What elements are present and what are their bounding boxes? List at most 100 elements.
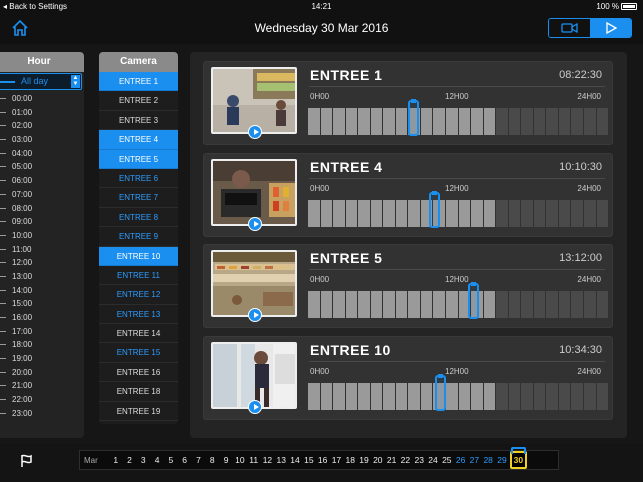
day-item[interactable]: 9: [219, 455, 233, 465]
day-item[interactable]: 27: [468, 455, 482, 465]
camera-thumbnail[interactable]: [211, 341, 297, 409]
live-camera-button[interactable]: [549, 19, 590, 37]
play-icon[interactable]: [248, 399, 262, 414]
hour-item[interactable]: 05:00: [0, 160, 84, 174]
timeline-segment: [584, 291, 596, 318]
day-item[interactable]: 14: [288, 455, 302, 465]
hour-item[interactable]: 16:00: [0, 311, 84, 325]
day-item[interactable]: 11: [247, 455, 261, 465]
hour-item[interactable]: 12:00: [0, 256, 84, 270]
camera-item[interactable]: ENTREE 10: [99, 246, 178, 266]
camera-item[interactable]: ENTREE 9: [99, 227, 178, 247]
hour-item[interactable]: 14:00: [0, 284, 84, 298]
timeline-cursor[interactable]: [468, 282, 479, 319]
camera-card[interactable]: ENTREE 1 08:22:30 0H00 12H00 24H00: [203, 61, 613, 145]
hour-item[interactable]: 22:00: [0, 393, 84, 407]
timeline-cursor[interactable]: [408, 99, 419, 136]
camera-item[interactable]: ENTREE 14: [99, 324, 178, 344]
flag-icon[interactable]: [19, 453, 35, 469]
day-item[interactable]: 15: [302, 455, 316, 465]
hour-item[interactable]: 11:00: [0, 243, 84, 257]
day-item[interactable]: 22: [399, 455, 413, 465]
day-item[interactable]: 8: [205, 455, 219, 465]
camera-item[interactable]: ENTREE 18: [99, 382, 178, 402]
timeline-bar[interactable]: [308, 282, 609, 319]
playback-button[interactable]: [590, 19, 631, 37]
timeline-bar[interactable]: [308, 99, 609, 136]
day-item[interactable]: 2: [123, 455, 137, 465]
play-icon[interactable]: [248, 308, 262, 322]
hour-item[interactable]: 01:00: [0, 106, 84, 120]
timeline-segment: [571, 199, 584, 227]
play-icon[interactable]: [248, 216, 262, 231]
timeline-bar[interactable]: [308, 190, 609, 228]
day-item[interactable]: 3: [136, 455, 150, 465]
hour-item[interactable]: 10:00: [0, 229, 84, 243]
camera-item[interactable]: ENTREE 19: [99, 402, 178, 422]
timeline-segment: [333, 199, 345, 227]
camera-card[interactable]: ENTREE 10 10:34:30 0H00 12H00 24H00: [203, 335, 613, 420]
hour-item[interactable]: 04:00: [0, 147, 84, 161]
timeline-segment: [395, 108, 408, 135]
day-item[interactable]: 17: [330, 455, 344, 465]
hour-item[interactable]: 15:00: [0, 297, 84, 311]
day-item[interactable]: 1: [109, 455, 123, 465]
day-item[interactable]: 7: [192, 455, 206, 465]
camera-item[interactable]: ENTREE 3: [99, 111, 178, 131]
hour-item[interactable]: 20:00: [0, 366, 84, 380]
hour-item[interactable]: 17:00: [0, 325, 84, 339]
hour-item[interactable]: 03:00: [0, 133, 84, 147]
hour-item[interactable]: 07:00: [0, 188, 84, 202]
hour-item[interactable]: 21:00: [0, 379, 84, 393]
day-item[interactable]: 30: [509, 447, 527, 469]
camera-item[interactable]: ENTREE 12: [99, 285, 178, 305]
hour-item[interactable]: 13:00: [0, 270, 84, 284]
day-item[interactable]: 29: [495, 455, 509, 465]
camera-item[interactable]: ENTREE 4: [99, 130, 178, 150]
hour-item[interactable]: 00:00: [0, 92, 84, 106]
camera-card[interactable]: ENTREE 4 10:10:30 0H00 12H00 24H00: [203, 152, 613, 237]
timeline-bar[interactable]: [308, 373, 609, 411]
camera-item[interactable]: ENTREE 16: [99, 363, 178, 383]
day-item[interactable]: 23: [412, 455, 426, 465]
day-item[interactable]: 25: [440, 455, 454, 465]
day-item[interactable]: 6: [178, 455, 192, 465]
day-item[interactable]: 12: [261, 455, 275, 465]
camera-card[interactable]: ENTREE 5 13:12:00 0H00 12H00 24H00: [203, 244, 613, 328]
day-item[interactable]: 20: [371, 455, 385, 465]
hour-item[interactable]: 08:00: [0, 202, 84, 216]
camera-thumbnail[interactable]: [211, 250, 297, 317]
day-item[interactable]: 5: [164, 455, 178, 465]
camera-item[interactable]: ENTREE 11: [99, 266, 178, 286]
camera-item[interactable]: ENTREE 7: [99, 188, 178, 208]
hour-item[interactable]: 18:00: [0, 338, 84, 352]
all-day-selector[interactable]: All day ▲ ▼: [0, 73, 82, 90]
camera-item[interactable]: ENTREE 13: [99, 305, 178, 325]
timeline-cursor[interactable]: [429, 190, 440, 228]
camera-thumbnail[interactable]: [211, 67, 297, 134]
day-item[interactable]: 4: [150, 455, 164, 465]
camera-item[interactable]: ENTREE 6: [99, 169, 178, 189]
hour-item[interactable]: 19:00: [0, 352, 84, 366]
day-item[interactable]: 16: [316, 455, 330, 465]
camera-item[interactable]: ENTREE 15: [99, 343, 178, 363]
day-item[interactable]: 21: [385, 455, 399, 465]
hour-item[interactable]: 02:00: [0, 119, 84, 133]
hour-item[interactable]: 23:00: [0, 407, 84, 421]
day-item[interactable]: 26: [454, 455, 468, 465]
day-item[interactable]: 28: [481, 455, 495, 465]
camera-item[interactable]: ENTREE 5: [99, 149, 178, 169]
camera-item[interactable]: ENTREE 1: [99, 72, 178, 92]
day-item[interactable]: 13: [274, 455, 288, 465]
day-item[interactable]: 24: [426, 455, 440, 465]
hour-item[interactable]: 06:00: [0, 174, 84, 188]
camera-item[interactable]: ENTREE 8: [99, 208, 178, 228]
timeline-cursor[interactable]: [435, 373, 446, 411]
camera-item[interactable]: ENTREE 2: [99, 91, 178, 111]
hour-item[interactable]: 09:00: [0, 215, 84, 229]
day-item[interactable]: 18: [343, 455, 357, 465]
camera-thumbnail[interactable]: [211, 158, 297, 226]
play-icon[interactable]: [248, 125, 262, 139]
day-item[interactable]: 19: [357, 455, 371, 465]
day-item[interactable]: 10: [233, 455, 247, 465]
